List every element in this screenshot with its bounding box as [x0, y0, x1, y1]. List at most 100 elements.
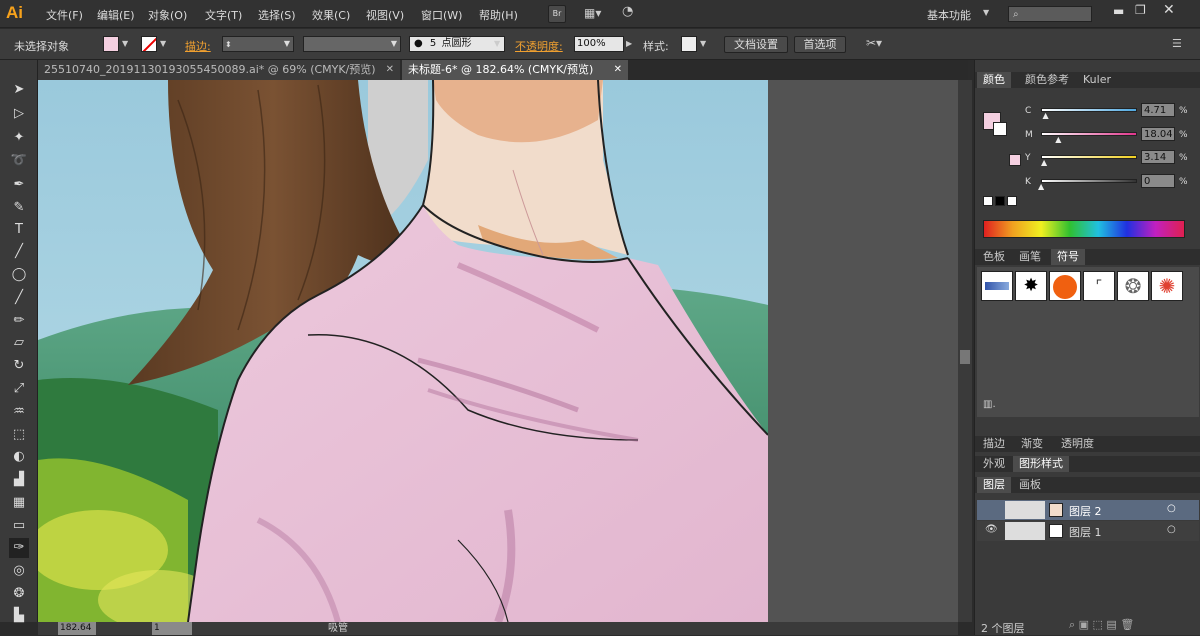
blend-tool-icon[interactable]: ◎ [9, 561, 29, 581]
artboard[interactable] [38, 80, 768, 622]
color-spectrum[interactable] [983, 220, 1185, 238]
opacity-label[interactable]: 不透明度: [515, 38, 563, 54]
channel-slider-thumb[interactable]: ▲ [1055, 135, 1061, 144]
tab-transparency[interactable]: 透明度 [1055, 436, 1100, 452]
paintbrush-tool-icon[interactable]: ╱ [9, 288, 29, 308]
symbol-ink-splat-icon[interactable]: ✸ [1015, 271, 1047, 301]
layer-row-1[interactable]: 👁 图层 1 ○ [977, 521, 1199, 541]
channel-value-field[interactable]: 0 [1141, 174, 1175, 188]
fill-dropdown-icon[interactable]: ▼ [122, 39, 128, 48]
isolate-icon[interactable]: ✂▾ [866, 36, 882, 50]
restore-icon[interactable]: ❐ [1135, 3, 1146, 17]
brush-definition-dropdown[interactable]: ● 5 点圆形 [409, 36, 505, 52]
menu-object[interactable]: 对象(O) [148, 7, 187, 23]
white-swatch[interactable] [1007, 196, 1017, 206]
layer-name[interactable]: 图层 2 [1069, 503, 1102, 519]
eraser-tool-icon[interactable]: ▱ [9, 333, 29, 353]
lasso-tool-icon[interactable]: ➰ [9, 151, 29, 171]
preferences-button[interactable]: 首选项 [794, 36, 846, 53]
tab-artboards[interactable]: 画板 [1013, 477, 1047, 493]
tab-document-1[interactable]: 25510740_20191130193055450089.ai* @ 69% … [38, 60, 400, 80]
tab-swatches[interactable]: 色板 [977, 249, 1011, 265]
none-swatch[interactable] [983, 196, 993, 206]
symbol-orange-button-icon[interactable] [1049, 271, 1081, 301]
artboard-number-field[interactable]: 1 [152, 622, 192, 635]
tab-color[interactable]: 颜色 [977, 72, 1011, 88]
channel-slider-thumb[interactable]: ▲ [1043, 111, 1049, 120]
stroke-label[interactable]: 描边: [185, 38, 211, 54]
minimize-icon[interactable]: ▬ [1113, 4, 1124, 18]
channel-slider-track[interactable] [1041, 179, 1137, 183]
visibility-eye-icon[interactable]: 👁 [985, 524, 998, 535]
mesh-tool-icon[interactable]: ▦ [9, 493, 29, 513]
channel-value-field[interactable]: 4.71 [1141, 103, 1175, 117]
close-tab-icon[interactable]: ✕ [386, 60, 394, 80]
menu-type[interactable]: 文字(T) [205, 7, 242, 23]
channel-slider-thumb[interactable]: ▲ [1041, 158, 1047, 167]
line-tool-icon[interactable]: ╱ [9, 242, 29, 262]
target-circle-icon[interactable]: ○ [1167, 524, 1176, 535]
black-swatch[interactable] [995, 196, 1005, 206]
stroke-dropdown-icon[interactable]: ▼ [160, 39, 166, 48]
symbol-flower-icon[interactable]: ✺ [1151, 271, 1183, 301]
zoom-field[interactable]: 182.64 [58, 622, 96, 635]
canvas-area[interactable] [38, 80, 958, 622]
tab-appearance[interactable]: 外观 [977, 456, 1011, 472]
last-color-swatch[interactable] [1009, 154, 1021, 166]
column-graph-tool-icon[interactable]: ▙ [9, 606, 29, 626]
free-transform-tool-icon[interactable]: ⬚ [9, 425, 29, 445]
scale-tool-icon[interactable]: ⤢ [9, 379, 29, 399]
opacity-field[interactable]: 100% [574, 36, 624, 52]
stroke-weight-field[interactable]: ⬍ ▼ [222, 36, 294, 52]
tab-layers[interactable]: 图层 [977, 477, 1011, 493]
panel-menu-icon[interactable]: ☰ [1172, 37, 1182, 50]
eyedropper-tool-icon[interactable]: ✑ [9, 538, 29, 558]
menu-effect[interactable]: 效果(C) [312, 7, 350, 23]
tab-graphic-styles[interactable]: 图形样式 [1013, 456, 1069, 472]
gpu-performance-icon[interactable]: ◔ [622, 4, 644, 22]
stroke-color-swatch[interactable] [993, 122, 1007, 136]
menu-select[interactable]: 选择(S) [258, 7, 296, 23]
menu-window[interactable]: 窗口(W) [421, 7, 462, 23]
selection-tool-icon[interactable]: ➤ [9, 80, 29, 100]
channel-value-field[interactable]: 3.14 [1141, 150, 1175, 164]
type-tool-icon[interactable]: T [9, 220, 29, 240]
shape-builder-tool-icon[interactable]: ◐ [9, 447, 29, 467]
fill-swatch[interactable] [103, 36, 119, 52]
tab-color-guide[interactable]: 颜色参考 [1019, 72, 1075, 88]
bridge-button[interactable]: Br [548, 5, 566, 23]
channel-slider-thumb[interactable]: ▲ [1038, 182, 1044, 191]
menu-file[interactable]: 文件(F) [46, 7, 83, 23]
symbol-sprayer-tool-icon[interactable]: ❂ [9, 584, 29, 604]
channel-slider-track[interactable] [1041, 155, 1137, 159]
ellipse-tool-icon[interactable]: ◯ [9, 265, 29, 285]
symbol-ring-icon[interactable]: ❂ [1117, 271, 1149, 301]
chevron-right-icon[interactable]: ▶ [626, 39, 632, 48]
scroll-thumb[interactable] [960, 350, 970, 364]
channel-slider-track[interactable] [1041, 108, 1137, 112]
warp-tool-icon[interactable]: ♒ [9, 402, 29, 422]
target-circle-icon[interactable]: ○ [1167, 503, 1176, 514]
document-setup-button[interactable]: 文档设置 [724, 36, 788, 53]
direct-selection-tool-icon[interactable]: ▷ [9, 104, 29, 124]
workspace-switcher[interactable]: 基本功能 [927, 7, 971, 23]
layer-row-2[interactable]: 图层 2 ○ [977, 500, 1199, 520]
vertical-scrollbar[interactable] [958, 80, 972, 622]
curvature-tool-icon[interactable]: ✎ [9, 198, 29, 218]
rotate-tool-icon[interactable]: ↻ [9, 356, 29, 376]
menu-edit[interactable]: 编辑(E) [97, 7, 135, 23]
symbol-blue-banner-icon[interactable] [981, 271, 1013, 301]
chevron-down-icon[interactable]: ▼ [700, 39, 706, 48]
channel-value-field[interactable]: 18.04 [1141, 127, 1175, 141]
gradient-tool-icon[interactable]: ▭ [9, 516, 29, 536]
tab-document-2[interactable]: 未标题-6* @ 182.64% (CMYK/预览) ✕ [402, 60, 628, 80]
search-input[interactable]: ⌕ [1008, 6, 1092, 22]
chevron-down-icon[interactable]: ▼ [494, 39, 500, 48]
arrange-documents-icon[interactable]: ▦▾ [584, 6, 612, 22]
menu-view[interactable]: 视图(V) [366, 7, 404, 23]
graphic-style-swatch[interactable] [681, 36, 697, 52]
variable-width-profile[interactable]: ▼ [303, 36, 401, 52]
layer-actions-icons[interactable]: ⌕ ▣ ⬚ ▤ 🗑 [1069, 618, 1134, 632]
pencil-tool-icon[interactable]: ✏ [9, 311, 29, 331]
pen-tool-icon[interactable]: ✒ [9, 175, 29, 195]
